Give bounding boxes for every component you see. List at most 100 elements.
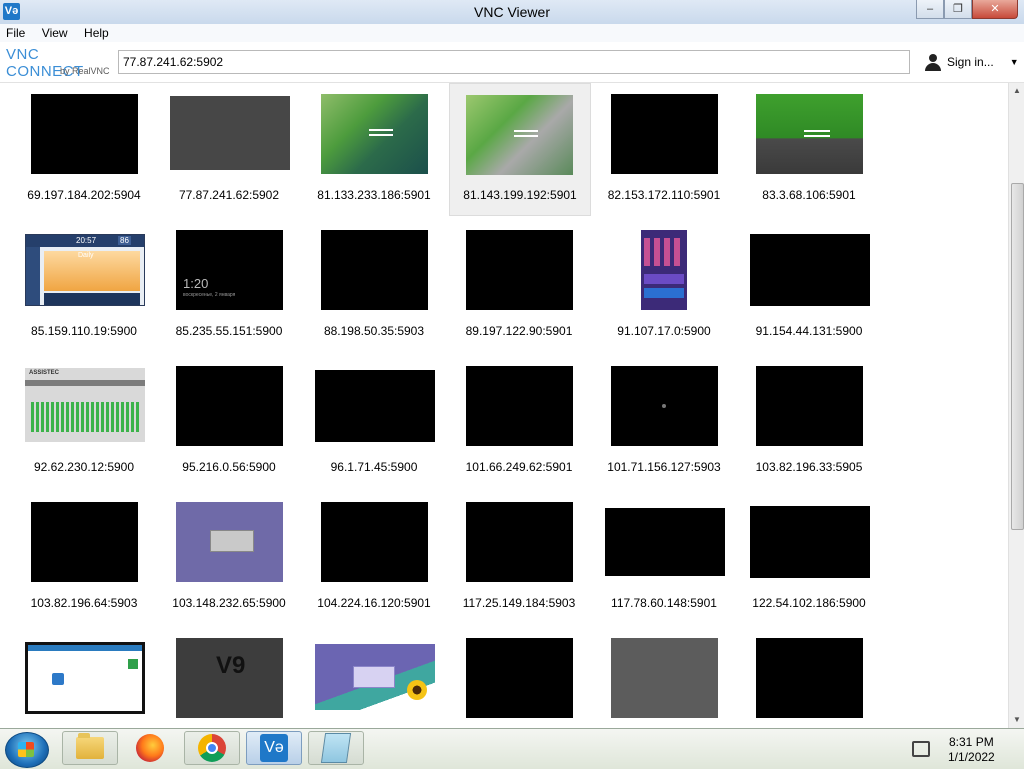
connection-label: 82.153.172.110:5901	[607, 188, 721, 202]
connection-thumbnail	[611, 638, 718, 718]
connection-thumbnail: V9	[176, 638, 283, 718]
connection-tile[interactable]: 81.133.233.186:5901	[304, 88, 444, 218]
connection-tile[interactable]	[449, 632, 589, 728]
connection-thumbnail	[321, 502, 428, 582]
minimize-button[interactable]: –	[916, 0, 944, 19]
firefox-icon	[136, 734, 164, 762]
system-clock[interactable]: 8:31 PM 1/1/2022	[948, 735, 995, 765]
connection-tile[interactable]: 101.71.156.127:5903	[594, 360, 734, 490]
network-icon[interactable]	[912, 741, 930, 757]
menu-file[interactable]: File	[0, 24, 31, 40]
connection-thumbnail	[176, 366, 283, 446]
connection-thumbnail	[466, 502, 573, 582]
clock-date: 1/1/2022	[948, 750, 995, 764]
connection-label: 104.224.16.120:5901	[317, 596, 431, 610]
maximize-button[interactable]: ❐	[944, 0, 972, 19]
connection-tile[interactable]: 122.54.102.186:5900	[739, 496, 879, 626]
connection-tile[interactable]: 117.78.60.148:5901	[594, 496, 734, 626]
sign-in-label: Sign in...	[947, 55, 994, 69]
connection-label: 69.197.184.202:5904	[27, 188, 141, 202]
connection-label: 91.107.17.0:5900	[617, 324, 711, 338]
connection-label: 117.78.60.148:5901	[611, 596, 717, 610]
connection-label: 122.54.102.186:5900	[752, 596, 866, 610]
taskbar-chrome[interactable]	[184, 731, 240, 765]
address-input[interactable]	[118, 50, 910, 74]
connection-label: 83.3.68.106:5901	[762, 188, 856, 202]
connection-thumbnail	[750, 506, 870, 578]
connection-tile[interactable]: 96.1.71.45:5900	[304, 360, 444, 490]
connection-tile[interactable]: 91.154.44.131:5900	[739, 224, 879, 354]
connection-thumbnail	[31, 502, 138, 582]
connection-tile[interactable]	[739, 632, 879, 728]
menu-help[interactable]: Help	[78, 24, 115, 40]
connection-thumbnail	[176, 502, 283, 582]
connection-tile[interactable]	[594, 632, 734, 728]
connection-tile[interactable]: 104.224.16.120:5901	[304, 496, 444, 626]
clock-time: 8:31 PM	[949, 735, 994, 749]
connection-thumbnail	[756, 638, 863, 718]
connection-label: 81.143.199.192:5901	[463, 188, 577, 202]
connection-thumbnail	[756, 366, 863, 446]
connection-thumbnail	[315, 370, 435, 442]
connection-label: 103.82.196.33:5905	[755, 460, 863, 474]
taskbar-vnc-viewer[interactable]: Və	[246, 731, 302, 765]
thermostat-value: 86	[118, 236, 131, 245]
connection-label: 103.82.196.64:5903	[30, 596, 138, 610]
connection-tile[interactable]: 95.216.0.56:5900	[159, 360, 299, 490]
taskbar-notepad[interactable]	[308, 731, 364, 765]
connection-tile[interactable]	[14, 632, 154, 728]
connection-label: 88.198.50.35:5903	[323, 324, 425, 338]
connection-thumbnail	[315, 644, 435, 710]
connection-thumbnail	[466, 638, 573, 718]
connection-tile[interactable]: 103.148.232.65:5900	[159, 496, 299, 626]
connection-tile[interactable]: V9	[159, 632, 299, 728]
connection-tile[interactable]: 82.153.172.110:5901	[594, 88, 734, 218]
connection-tile[interactable]: 101.66.249.62:5901	[449, 360, 589, 490]
connection-tile[interactable]: 77.87.241.62:5902	[159, 88, 299, 218]
connection-label: 81.133.233.186:5901	[317, 188, 431, 202]
scroll-up-arrow-icon[interactable]: ▲	[1009, 83, 1024, 99]
connection-tile[interactable]	[304, 632, 444, 728]
connection-tile[interactable]: 83.3.68.106:5901	[739, 88, 879, 218]
start-button[interactable]	[5, 732, 49, 768]
title-bar: Və VNC Viewer – ❐ ✕	[0, 0, 1024, 25]
connection-tile[interactable]: 1:20 воскресенье, 2 января 85.235.55.151…	[159, 224, 299, 354]
connection-label: 91.154.44.131:5900	[755, 324, 863, 338]
connection-thumbnail	[25, 642, 145, 714]
connection-thumbnail	[641, 230, 687, 310]
connection-thumbnail	[170, 96, 290, 170]
connection-label: 89.197.122.90:5901	[465, 324, 573, 338]
v9-logo: V9	[216, 652, 246, 679]
window-title: VNC Viewer	[474, 4, 550, 20]
vertical-scrollbar[interactable]: ▲ ▼	[1008, 83, 1024, 728]
connection-thumbnail	[321, 230, 428, 310]
connection-thumbnail	[321, 94, 428, 174]
connection-tile[interactable]: 69.197.184.202:5904	[14, 88, 154, 218]
taskbar-explorer[interactable]	[62, 731, 118, 765]
connection-label: 96.1.71.45:5900	[330, 460, 418, 474]
notepad-icon	[320, 733, 352, 763]
connection-tile[interactable]: 89.197.122.90:5901	[449, 224, 589, 354]
taskbar-firefox[interactable]	[122, 731, 178, 765]
logo-subtext: by RealVNC	[60, 66, 110, 76]
user-icon	[924, 53, 942, 71]
connection-tile[interactable]: 103.82.196.33:5905	[739, 360, 879, 490]
menu-view[interactable]: View	[36, 24, 74, 40]
folder-icon	[76, 733, 104, 759]
connection-label: 101.71.156.127:5903	[607, 460, 721, 474]
address-toolbar: VNC CONNECT by RealVNC Sign in... ▼	[0, 42, 1024, 83]
vnc-viewer-icon: Və	[260, 734, 288, 762]
sign-in-menu[interactable]: Sign in... ▼	[924, 51, 1019, 73]
connection-tile[interactable]: 117.25.149.184:5903	[449, 496, 589, 626]
connection-tile[interactable]: 103.82.196.64:5903	[14, 496, 154, 626]
connection-tile-selected[interactable]: 81.143.199.192:5901	[449, 83, 591, 216]
scrollbar-thumb[interactable]	[1011, 183, 1024, 530]
connection-tile[interactable]: 20:57 86 Daily 85.159.110.19:5900	[14, 224, 154, 354]
close-button[interactable]: ✕	[972, 0, 1018, 19]
scroll-down-arrow-icon[interactable]: ▼	[1009, 712, 1024, 728]
taskbar: Və 8:31 PM 1/1/2022	[0, 728, 1024, 769]
connection-tile[interactable]: 88.198.50.35:5903	[304, 224, 444, 354]
connection-tile[interactable]: 91.107.17.0:5900	[594, 224, 734, 354]
connection-thumbnail: 1:20 воскресенье, 2 января	[176, 230, 283, 310]
connection-tile[interactable]: ASSISTEC 92.62.230.12:5900	[14, 360, 154, 490]
